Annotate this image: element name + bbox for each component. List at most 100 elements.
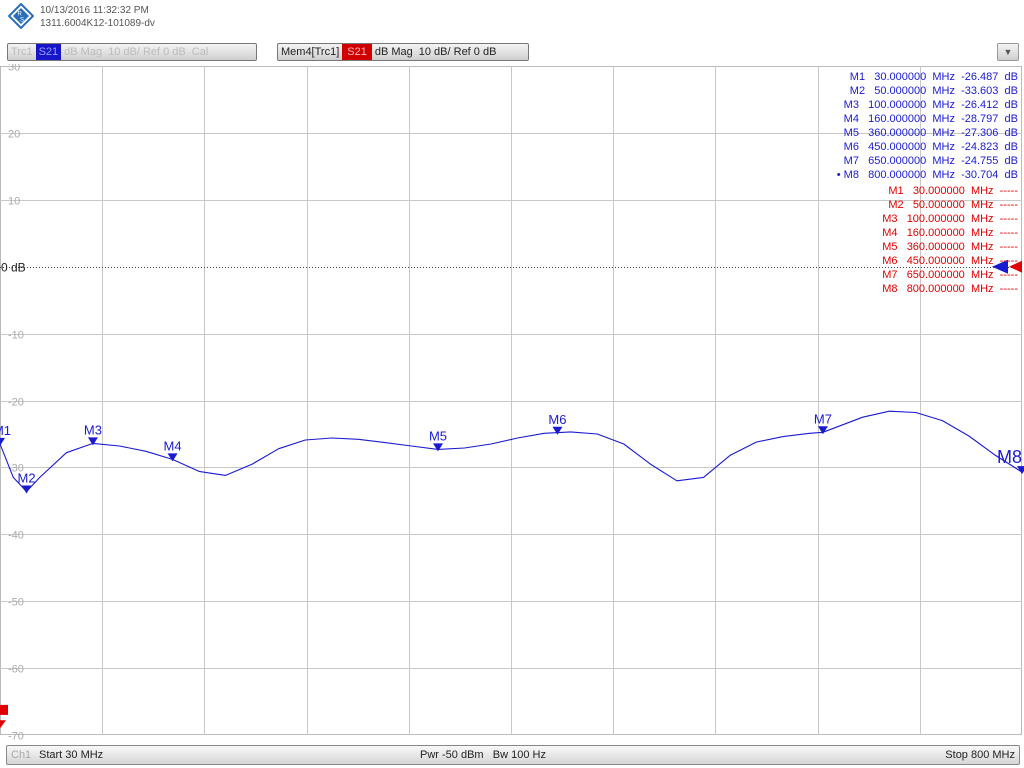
marker-frequency: 100.000000 (868, 99, 927, 111)
marker-value: -33.603 (961, 85, 999, 97)
marker-table-trc1: M1 30.000000 MHz -26.487 dB M2 50.000000 … (837, 70, 1018, 182)
marker-frequency: 800.000000 (906, 283, 965, 295)
marker-row: M3 100.000000 MHz -26.412 dB (837, 98, 1018, 112)
footer-stop: Stop 800 MHz (945, 749, 1015, 761)
trace-format: dB Mag (64, 46, 103, 58)
marker-unit: MHz (970, 199, 994, 211)
marker-value: -30.704 (961, 169, 999, 181)
memory-start-indicator (0, 704, 8, 715)
footer-status-bar: Ch1 Start 30 MHz Pwr -50 dBm Bw 100 Hz S… (6, 745, 1020, 765)
marker-label: M4 (843, 113, 859, 125)
marker-frequency: 450.000000 (906, 255, 965, 267)
marker-frequency: 50.000000 (874, 85, 927, 97)
marker-triangle (552, 426, 563, 435)
marker-value: ----- (999, 269, 1018, 281)
marker-value-unit: dB (1004, 85, 1018, 97)
marker-frequency: 650.000000 (906, 269, 965, 281)
marker-value: ----- (999, 199, 1018, 211)
marker-label: M2 (849, 85, 866, 97)
marker-unit: MHz (970, 269, 994, 281)
marker-row: M5 360.000000 MHz ----- (882, 240, 1018, 254)
marker-row: M2 50.000000 MHz -33.603 dB (837, 84, 1018, 98)
trace-name: Mem4[Trc1] (281, 46, 340, 58)
marker-value-unit: dB (1004, 141, 1018, 153)
marker-triangle (167, 453, 178, 462)
marker-value: ----- (999, 255, 1018, 267)
marker-row: M8 800.000000 MHz ----- (882, 282, 1018, 296)
marker-value-unit: dB (1004, 155, 1018, 167)
marker-label: M2 (18, 471, 36, 486)
marker-row: M2 50.000000 MHz ----- (882, 198, 1018, 212)
trace-scale: 10 dB/ Ref 0 dB (418, 46, 497, 58)
marker-value-unit: dB (1004, 71, 1018, 83)
marker-row: M3 100.000000 MHz ----- (882, 212, 1018, 226)
trace-tab-mem4[interactable]: Mem4[Trc1] S21 dB Mag 10 dB/ Ref 0 dB (277, 43, 529, 61)
marker-unit: MHz (932, 155, 955, 167)
marker-label: M4 (164, 438, 182, 453)
marker-unit: MHz (932, 113, 955, 125)
marker-label: M6 (548, 412, 566, 427)
marker-value: ----- (999, 185, 1018, 197)
trace-suffix: Cal (191, 46, 209, 58)
header: R S 10/13/2016 11:32:32 PM 1311.6004K12-… (0, 0, 1024, 40)
marker-frequency: 450.000000 (868, 141, 927, 153)
marker-row: M6 450.000000 MHz -24.823 dB (837, 140, 1018, 154)
marker-frequency: 30.000000 (912, 185, 965, 197)
y-tick-label: -60 (8, 664, 24, 676)
rohde-schwarz-logo-icon: R S (8, 3, 34, 29)
marker-frequency: 50.000000 (912, 199, 965, 211)
marker-label: M3 (882, 213, 898, 225)
marker-label: M7 (882, 269, 898, 281)
marker-frequency: 800.000000 (868, 169, 927, 181)
marker-triangle (0, 437, 5, 446)
y-tick-label: 30 (8, 64, 20, 74)
trace-tab-trc1[interactable]: Trc1 S21 dB Mag 10 dB/ Ref 0 dB Cal (7, 43, 257, 61)
marker-label: M2 (888, 199, 904, 211)
y-tick-label: 0 dB (1, 261, 26, 275)
marker-unit: MHz (932, 71, 955, 83)
marker-unit: MHz (932, 127, 955, 139)
trace-scale: 10 dB/ Ref 0 dB (108, 46, 186, 58)
marker-label: M7 (843, 155, 859, 167)
marker-label: M1 (849, 71, 866, 83)
footer-pwr-bw: Pwr -50 dBm Bw 100 Hz (420, 746, 546, 764)
marker-row: M4 160.000000 MHz ----- (882, 226, 1018, 240)
marker-unit: MHz (970, 185, 994, 197)
trace-channel: S21 (35, 44, 62, 60)
marker-unit: MHz (932, 141, 955, 153)
footer-bw: Bw 100 Hz (492, 749, 546, 761)
marker-label: M6 (882, 255, 898, 267)
window-menu-button[interactable]: ▼ (997, 43, 1019, 61)
marker-unit: MHz (970, 241, 994, 253)
active-marker-dot-icon: • (836, 169, 844, 181)
marker-row: M1 30.000000 MHz ----- (882, 184, 1018, 198)
marker-value: ----- (999, 241, 1018, 253)
memory-marker-triangle (0, 720, 6, 729)
footer-start: Start 30 MHz (39, 749, 104, 761)
trace-channel: S21 (342, 44, 372, 60)
y-tick-label: -10 (8, 330, 24, 342)
marker-frequency: 360.000000 (906, 241, 965, 253)
marker-label: M3 (84, 422, 102, 437)
marker-row: M1 30.000000 MHz -26.487 dB (837, 70, 1018, 84)
marker-label: M8 (882, 283, 898, 295)
marker-row: M7 650.000000 MHz -24.755 dB (837, 154, 1018, 168)
marker-label: M8 (997, 447, 1022, 467)
marker-value: -24.755 (961, 155, 999, 167)
marker-frequency: 650.000000 (868, 155, 927, 167)
marker-value: -24.823 (961, 141, 999, 153)
marker-value-unit: dB (1004, 113, 1018, 125)
marker-row: M5 360.000000 MHz -27.306 dB (837, 126, 1018, 140)
header-instrument-id: 1311.6004K12-101089-dv (40, 18, 155, 29)
marker-value: ----- (999, 283, 1018, 295)
marker-frequency: 100.000000 (906, 213, 965, 225)
marker-label: M6 (843, 141, 859, 153)
marker-row: M4 160.000000 MHz -28.797 dB (837, 112, 1018, 126)
marker-label: M3 (843, 99, 859, 111)
marker-unit: MHz (932, 169, 955, 181)
trace-format: dB Mag (374, 46, 413, 58)
marker-frequency: 160.000000 (868, 113, 927, 125)
marker-label: M1 (0, 423, 11, 438)
marker-value-unit: dB (1004, 169, 1018, 181)
y-tick-label: 10 (8, 196, 20, 208)
